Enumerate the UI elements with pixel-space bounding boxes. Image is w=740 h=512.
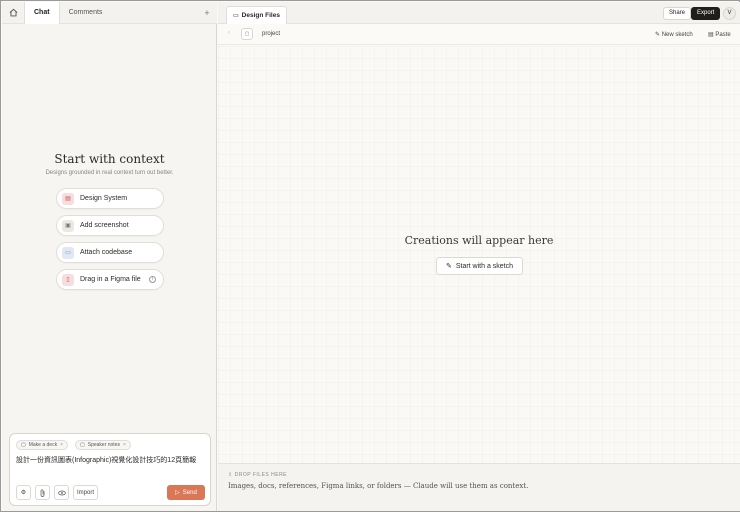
attach-codebase-label: Attach codebase: [80, 249, 133, 256]
folder-icon: ▭: [62, 246, 74, 259]
deck-icon: ▢: [21, 442, 26, 448]
visibility-icon[interactable]: [54, 485, 69, 500]
avatar[interactable]: V: [723, 7, 736, 20]
notes-icon: ▢: [80, 442, 85, 448]
design-system-button[interactable]: ▤ Design System: [56, 188, 164, 209]
figma-file-label: Drag in a Figma file: [80, 276, 141, 283]
app-window: Chat Comments + Start with context Desig…: [0, 0, 740, 512]
send-icon: ▷: [175, 490, 180, 496]
home-icon[interactable]: [2, 2, 24, 24]
remove-chip-icon[interactable]: ×: [123, 441, 126, 449]
make-a-deck-label: Make a deck: [28, 442, 58, 448]
dropzone-title: ⇪ DROP FILES HERE: [228, 472, 287, 478]
context-title: Start with context: [54, 152, 165, 166]
attach-codebase-button[interactable]: ▭ Attach codebase: [56, 242, 164, 263]
dropzone[interactable]: ⇪ DROP FILES HERE Images, docs, referenc…: [218, 463, 740, 511]
design-files-panel: ▭ Design Files Share Export V ‹ ▢ projec…: [218, 2, 740, 511]
speaker-notes-label: Speaker notes: [87, 442, 120, 448]
context-subtitle: Designs grounded in real context turn ou…: [45, 170, 174, 176]
message-input[interactable]: 設計一份資訊圖表(Infographic)視覺化設計技巧的12頁簡報: [16, 455, 206, 465]
send-label: Send: [182, 489, 197, 496]
remove-chip-icon[interactable]: ×: [60, 441, 63, 449]
files-tab-bar: ▭ Design Files Share Export V: [218, 2, 740, 24]
design-system-icon: ▤: [62, 192, 74, 205]
make-a-deck-chip[interactable]: ▢ Make a deck ×: [16, 440, 69, 450]
dropzone-description: Images, docs, references, Figma links, o…: [228, 482, 529, 490]
pencil-icon: ✎: [655, 32, 661, 38]
dropzone-title-label: DROP FILES HERE: [234, 472, 288, 478]
folder-icon: ▭: [233, 13, 239, 19]
figma-icon: ▯: [62, 273, 74, 286]
empty-state-title: Creations will appear here: [404, 234, 554, 247]
file-icon[interactable]: ▢: [241, 28, 253, 40]
new-chat-plus-icon[interactable]: +: [197, 8, 217, 18]
send-button[interactable]: ▷ Send: [167, 485, 205, 500]
image-icon: ▣: [62, 219, 74, 232]
tab-chat[interactable]: Chat: [24, 1, 60, 24]
pencil-icon: ✎: [445, 263, 452, 270]
import-button[interactable]: Import: [73, 485, 98, 500]
share-button[interactable]: Share: [663, 7, 692, 20]
paste-label: Paste: [715, 32, 731, 38]
tab-comments[interactable]: Comments: [60, 2, 112, 24]
new-sketch-button[interactable]: ✎ New sketch: [655, 31, 693, 38]
add-screenshot-label: Add screenshot: [80, 222, 129, 229]
figma-file-button[interactable]: ▯ Drag in a Figma file i: [56, 269, 164, 290]
new-sketch-label: New sketch: [661, 32, 693, 38]
breadcrumb-project[interactable]: project: [262, 31, 280, 37]
speaker-notes-chip[interactable]: ▢ Speaker notes ×: [75, 440, 131, 450]
back-icon[interactable]: ‹: [228, 30, 230, 36]
upload-icon: ⇪: [228, 472, 233, 478]
design-files-label: Design Files: [241, 12, 280, 19]
chat-panel: Chat Comments + Start with context Desig…: [2, 1, 217, 511]
start-sketch-label: Start with a sketch: [455, 262, 514, 270]
info-icon[interactable]: i: [149, 276, 156, 283]
paste-button[interactable]: ▤ Paste: [708, 31, 731, 38]
export-button[interactable]: Export: [691, 7, 721, 20]
attachment-icon[interactable]: [35, 485, 50, 500]
chat-composer: ▢ Make a deck × ▢ Speaker notes × 設計一份資訊…: [9, 433, 211, 506]
files-toolbar: ‹ ▢ project ✎ New sketch ▤ Paste: [218, 25, 740, 45]
clipboard-icon: ▤: [708, 32, 714, 38]
design-system-label: Design System: [80, 195, 128, 202]
canvas-area[interactable]: Creations will appear here ✎ Start with …: [218, 46, 740, 462]
add-screenshot-button[interactable]: ▣ Add screenshot: [56, 215, 164, 236]
tab-design-files[interactable]: ▭ Design Files: [226, 6, 287, 24]
chat-tab-bar: Chat Comments +: [2, 1, 217, 24]
start-sketch-button[interactable]: ✎ Start with a sketch: [436, 257, 523, 275]
settings-icon[interactable]: ⚙: [16, 485, 31, 500]
